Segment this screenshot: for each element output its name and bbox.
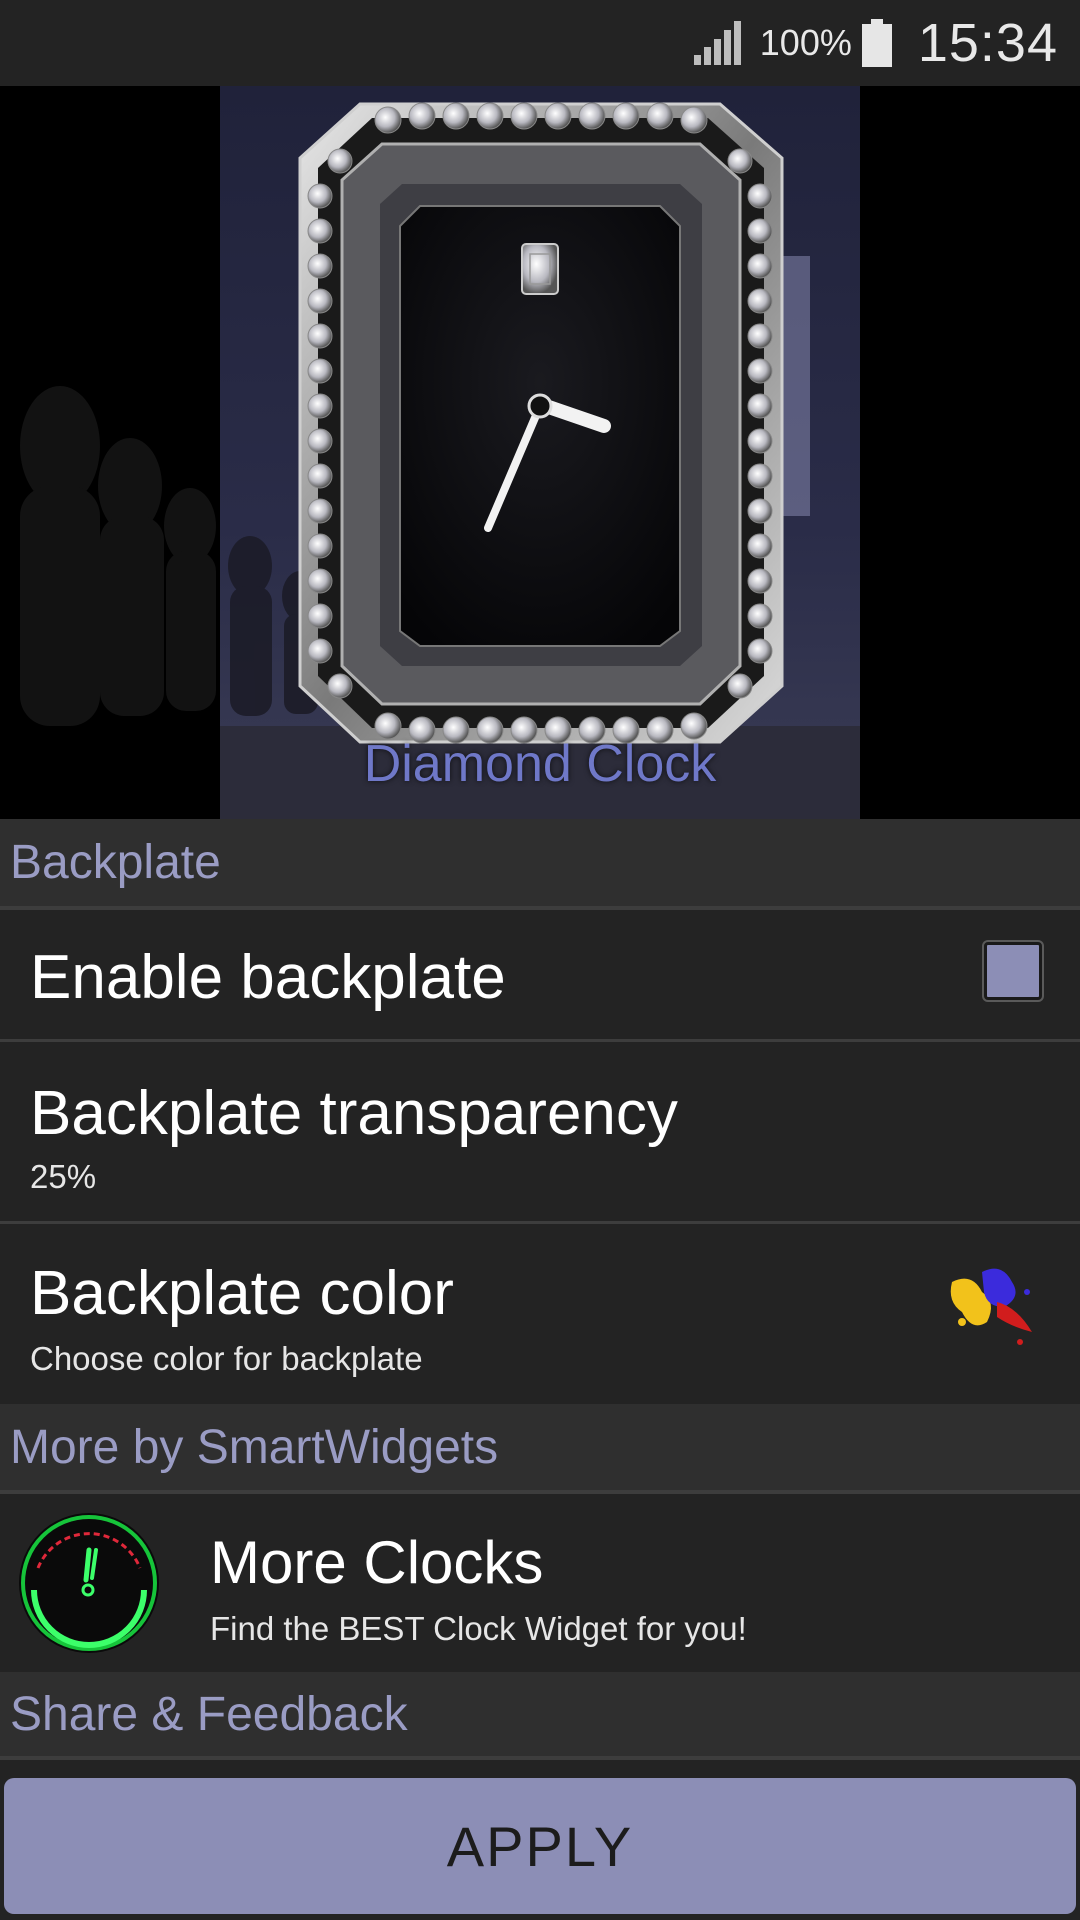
section-header-label: Share & Feedback [10,1687,408,1741]
backplate-color-title: Backplate color [30,1259,454,1328]
battery-icon [861,19,892,67]
section-header-backplate: Backplate [0,819,1080,910]
section-header-label: More by SmartWidgets [10,1420,499,1474]
color-palette-icon [950,1268,1032,1345]
enable-backplate-checkbox[interactable] [984,942,1042,1000]
more-clocks-summary: Find the BEST Clock Widget for you! [210,1610,747,1647]
backplate-transparency-value: 25% [30,1158,97,1195]
battery-percentage: 100% [759,22,852,63]
section-header-label: Backplate [10,836,221,889]
widget-preview: Diamond Clock [0,86,1080,819]
enable-backplate-title: Enable backplate [30,943,506,1012]
backplate-transparency-title: Backplate transparency [30,1079,678,1148]
preview-title: Diamond Clock [363,735,717,793]
party-clock-icon [19,1513,159,1653]
more-clocks-title: More Clocks [210,1529,544,1596]
more-clocks-row[interactable]: More Clocks Find the BEST Clock Widget f… [0,1494,1080,1672]
enable-backplate-row[interactable]: Enable backplate [0,910,1080,1042]
backplate-transparency-row[interactable]: Backplate transparency 25% [0,1042,1080,1224]
apply-button[interactable]: APPLY [4,1778,1076,1914]
section-header-more-by: More by SmartWidgets [0,1404,1080,1494]
status-time: 15:34 [917,13,1058,73]
section-header-share: Share & Feedback [0,1672,1080,1760]
signal-icon [693,21,741,65]
backplate-color-row[interactable]: Backplate color Choose color for backpla… [0,1224,1080,1404]
clock-preview-image [0,86,1080,819]
apply-bar: APPLY [0,1760,1080,1920]
backplate-color-summary: Choose color for backplate [30,1340,423,1377]
status-bar: 100% 15:34 [0,0,1080,86]
